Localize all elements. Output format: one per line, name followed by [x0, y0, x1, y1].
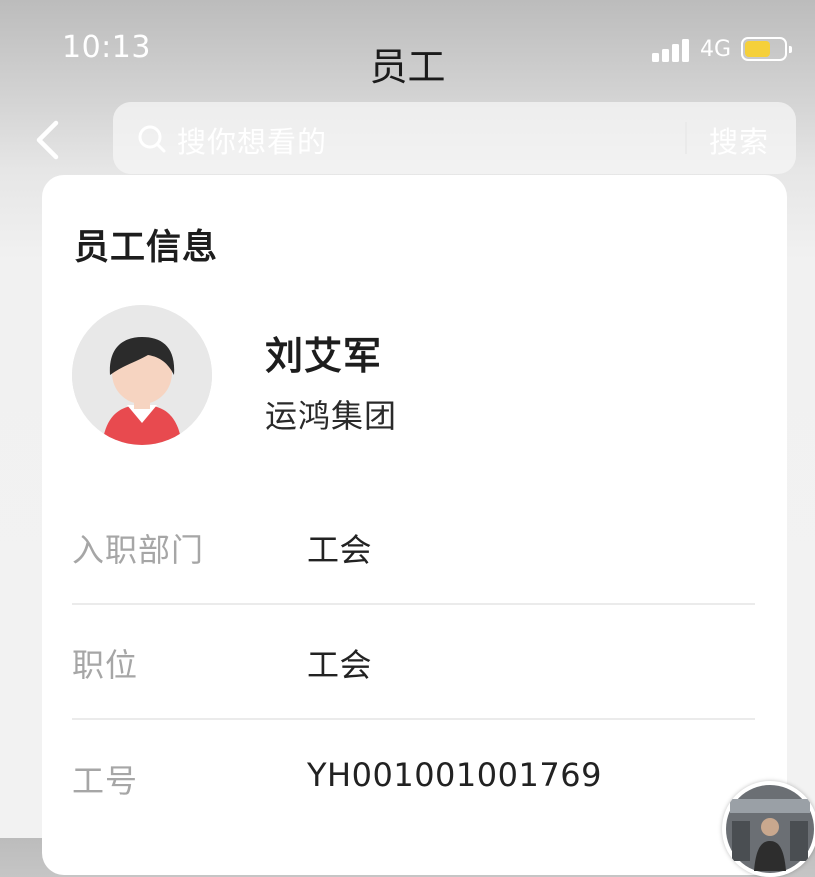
- back-button[interactable]: [30, 118, 70, 162]
- floating-video-thumbnail[interactable]: [722, 781, 815, 877]
- search-divider: [685, 122, 687, 154]
- search-bar[interactable]: 搜你想看的 搜索: [113, 102, 796, 174]
- row-label: 职位: [72, 646, 139, 684]
- info-row-employee-id: 工号 YH001001001769: [72, 756, 755, 870]
- row-label: 工号: [72, 762, 139, 800]
- info-row-department: 入职部门 工会: [72, 525, 755, 639]
- avatar: [72, 305, 212, 445]
- row-divider: [72, 603, 755, 605]
- card-title: 员工信息: [74, 228, 219, 268]
- search-input[interactable]: 搜你想看的: [177, 119, 327, 161]
- chevron-left-icon: [36, 120, 59, 160]
- search-button[interactable]: 搜索: [709, 119, 769, 161]
- row-label: 入职部门: [72, 531, 205, 569]
- row-value: YH001001001769: [307, 756, 602, 794]
- info-row-position: 职位 工会: [72, 640, 755, 754]
- row-value: 工会: [307, 531, 373, 569]
- employee-info-card: 员工信息 刘艾军 运鸿集团 入职部门 工会 职位 工会 工号 YH0010010…: [42, 175, 787, 875]
- employee-name: 刘艾军: [265, 334, 383, 378]
- row-divider: [72, 718, 755, 720]
- page-title: 员工: [369, 45, 446, 89]
- employee-company: 运鸿集团: [265, 397, 398, 435]
- row-value: 工会: [307, 646, 373, 684]
- search-icon: [138, 125, 166, 153]
